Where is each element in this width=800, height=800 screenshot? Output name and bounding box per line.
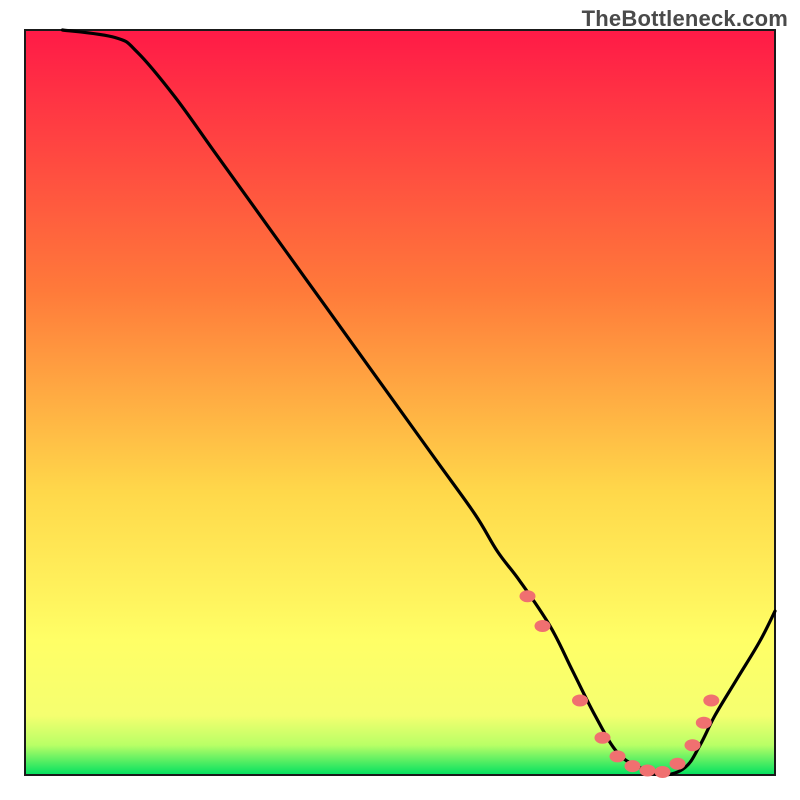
curve-marker bbox=[535, 620, 551, 632]
curve-marker bbox=[572, 695, 588, 707]
bottleneck-curve-chart bbox=[0, 0, 800, 800]
curve-marker bbox=[703, 695, 719, 707]
chart-stage: TheBottleneck.com bbox=[0, 0, 800, 800]
curve-marker bbox=[670, 758, 686, 770]
curve-marker bbox=[625, 760, 641, 772]
curve-marker bbox=[595, 732, 611, 744]
curve-marker bbox=[520, 590, 536, 602]
curve-marker bbox=[655, 766, 671, 778]
curve-marker bbox=[640, 765, 656, 777]
curve-marker bbox=[696, 717, 712, 729]
curve-marker bbox=[685, 739, 701, 751]
curve-marker bbox=[610, 750, 626, 762]
plot-background bbox=[25, 30, 775, 775]
